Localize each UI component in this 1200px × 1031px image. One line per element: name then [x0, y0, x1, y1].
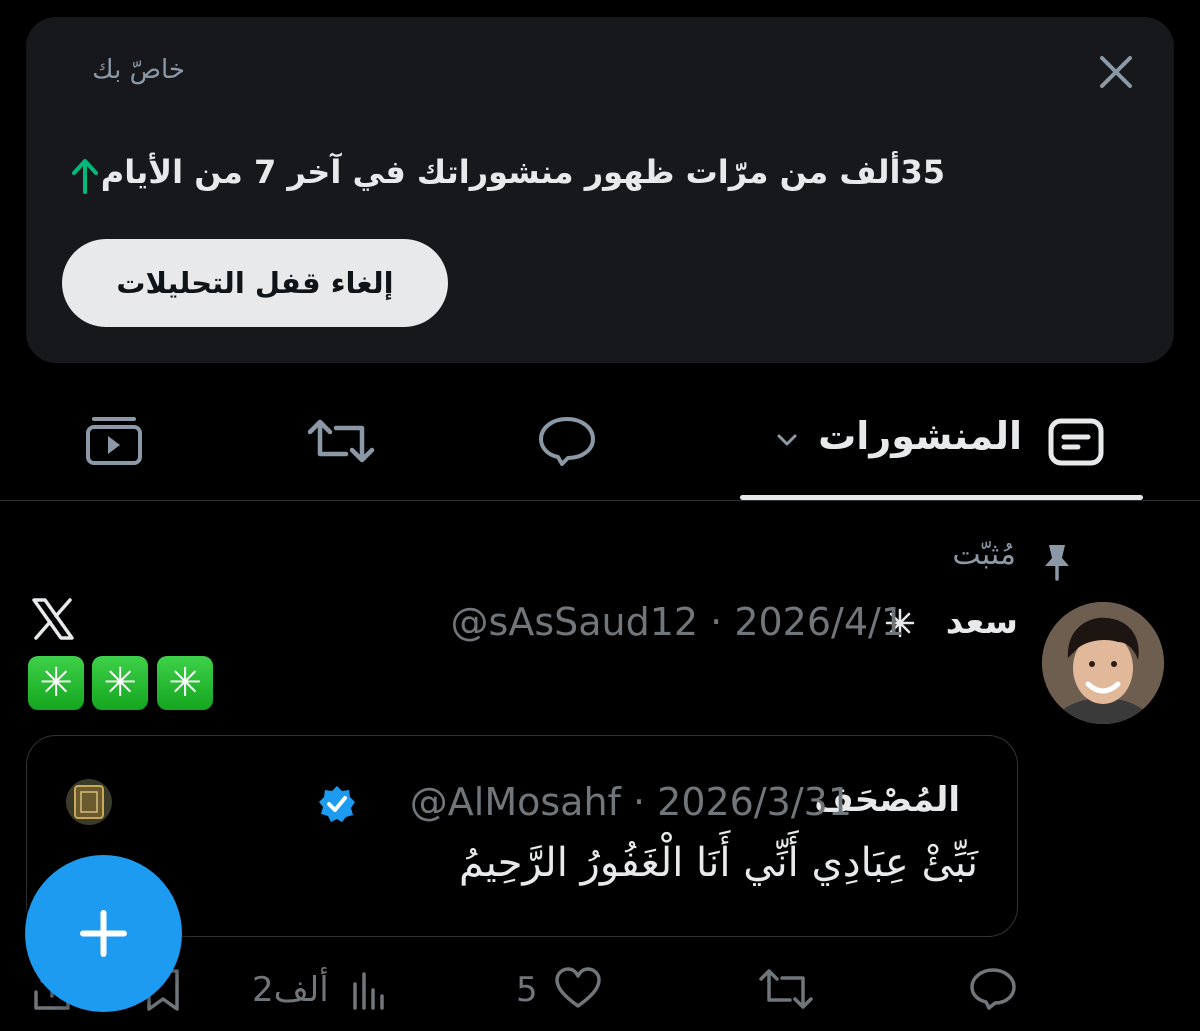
- unlock-analytics-button[interactable]: إلغاء قفل التحليلات: [62, 239, 448, 327]
- like-heart-icon[interactable]: [554, 966, 602, 1014]
- avatar[interactable]: [1042, 602, 1164, 724]
- author-name[interactable]: سعد: [946, 602, 1018, 642]
- chevron-down-icon[interactable]: [776, 430, 798, 454]
- emoji-eight-spoked-asterisk-2: ✳: [92, 656, 148, 710]
- trend-up-arrow-icon: [70, 156, 100, 196]
- pinned-label: مُثبّت: [952, 537, 1016, 572]
- impressions-headline: 35ألف من مرّات ظهور منشوراتك في آخر 7 من…: [100, 153, 945, 191]
- posts-tab-icon[interactable]: [1048, 418, 1104, 470]
- card-label: خاصّ بك: [92, 55, 185, 85]
- author-handle-date[interactable]: @sAsSaud12 · 2026/4/1: [451, 600, 905, 644]
- compose-button[interactable]: [25, 855, 182, 1012]
- reposts-tab-icon[interactable]: [306, 416, 376, 470]
- views-chart-icon[interactable]: [350, 970, 390, 1014]
- like-count: 5: [516, 970, 538, 1010]
- emoji-eight-spoked-asterisk-3: ✳: [157, 656, 213, 710]
- pin-icon: [1040, 542, 1074, 586]
- quote-handle-date[interactable]: @AlMosahf · 2026/3/31: [410, 780, 852, 824]
- reply-icon[interactable]: [968, 966, 1018, 1016]
- verified-badge-icon: [317, 784, 357, 828]
- emoji-eight-spoked-asterisk-1: ✳: [28, 656, 84, 710]
- quote-text: نَبِّئْ عِبَادِي أَنِّي أَنَا الْغَفُورُ…: [459, 840, 978, 886]
- x-logo-icon: [30, 596, 76, 646]
- tabs-divider: [0, 500, 1200, 501]
- media-tab-icon[interactable]: [84, 414, 144, 472]
- quote-avatar: [66, 779, 112, 825]
- repost-icon[interactable]: [758, 966, 814, 1016]
- close-icon[interactable]: [1094, 50, 1138, 94]
- tab-posts[interactable]: المنشورات: [818, 414, 1022, 458]
- replies-tab-icon[interactable]: [536, 414, 598, 472]
- plus-icon: [80, 910, 127, 957]
- views-count: 2ألف: [252, 970, 329, 1010]
